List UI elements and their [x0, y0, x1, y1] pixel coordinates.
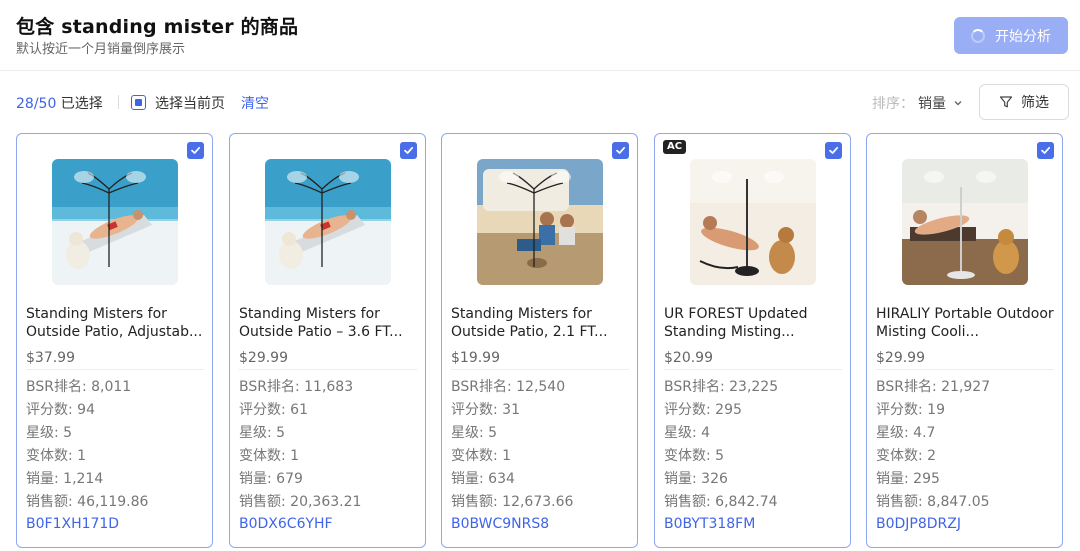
product-title[interactable]: Standing Misters for Outside Patio, Adju…: [26, 305, 206, 341]
toolbar-divider: [118, 95, 119, 109]
review-count: 评分数: 295: [664, 402, 742, 418]
product-image[interactable]: [52, 159, 178, 285]
product-image[interactable]: [902, 159, 1028, 285]
bsr-rank: BSR排名: 21,927: [876, 379, 991, 395]
review-count: 评分数: 19: [876, 402, 945, 418]
page-header: 包含 standing mister 的商品 默认按近一个月销量倒序展示 开始分…: [0, 0, 1080, 71]
bsr-rank: BSR排名: 23,225: [664, 379, 779, 395]
chevron-down-icon: [954, 101, 962, 106]
sales-volume: 销量: 679: [239, 471, 303, 487]
card-select-checkbox[interactable]: [1037, 142, 1054, 159]
sort-value: 销量: [918, 96, 946, 112]
page-subtitle: 默认按近一个月销量倒序展示: [16, 42, 186, 57]
product-card[interactable]: Standing Misters for Outside Patio, Adju…: [16, 133, 213, 548]
card-divider: [26, 369, 204, 370]
sort-dropdown[interactable]: 排序： 销量: [872, 93, 963, 113]
sales-revenue: 销售额: 20,363.21: [239, 494, 362, 510]
product-image[interactable]: [477, 159, 603, 285]
card-select-checkbox[interactable]: [825, 142, 842, 159]
variant-count: 变体数: 1: [26, 448, 87, 464]
product-asin-link[interactable]: B0DX6C6YHF: [239, 516, 333, 532]
sales-revenue: 销售额: 12,673.66: [451, 494, 574, 510]
bsr-rank: BSR排名: 11,683: [239, 379, 354, 395]
variant-count: 变体数: 2: [876, 448, 937, 464]
sales-revenue: 销售额: 8,847.05: [876, 494, 990, 510]
sales-volume: 销量: 634: [451, 471, 515, 487]
review-count: 评分数: 94: [26, 402, 95, 418]
check-icon: [191, 146, 201, 154]
star-rating: 星级: 4.7: [876, 425, 936, 441]
variant-count: 变体数: 1: [239, 448, 300, 464]
product-title[interactable]: HIRALIY Portable Outdoor Misting Cooli..…: [876, 305, 1056, 341]
check-icon: [829, 146, 839, 154]
product-title[interactable]: Standing Misters for Outside Patio – 3.6…: [239, 305, 419, 341]
product-asin-link[interactable]: B0DJP8DRZJ: [876, 516, 961, 532]
start-analysis-label: 开始分析: [995, 28, 1051, 45]
star-rating: 星级: 5: [451, 425, 498, 441]
amazon-choice-badge: AC: [663, 140, 687, 154]
variant-count: 变体数: 5: [664, 448, 725, 464]
sales-volume: 销量: 326: [664, 471, 728, 487]
product-price: $29.99: [239, 350, 288, 366]
product-title[interactable]: UR FOREST Updated Standing Misting...: [664, 305, 844, 341]
star-rating: 星级: 4: [664, 425, 711, 441]
check-icon: [616, 146, 626, 154]
product-stats: BSR排名: 21,927 评分数: 19 星级: 4.7 变体数: 2 销量: 295…: [876, 376, 990, 514]
product-image[interactable]: [690, 159, 816, 285]
star-rating: 星级: 5: [26, 425, 73, 441]
start-analysis-button[interactable]: 开始分析: [954, 17, 1068, 54]
sales-revenue: 销售额: 6,842.74: [664, 494, 778, 510]
product-stats: BSR排名: 11,683 评分数: 61 星级: 5 变体数: 1 销量: 679 销售…: [239, 376, 361, 514]
sales-volume: 销量: 295: [876, 471, 940, 487]
bsr-rank: BSR排名: 12,540: [451, 379, 566, 395]
card-divider: [451, 369, 629, 370]
check-icon: [1041, 146, 1051, 154]
card-select-checkbox[interactable]: [612, 142, 629, 159]
filter-label: 筛选: [1021, 95, 1049, 111]
product-asin-link[interactable]: B0BWC9NRS8: [451, 516, 549, 532]
selection-toolbar: 28/50 已选择 选择当前页 清空 排序： 销量 筛选: [0, 84, 1080, 120]
sales-volume: 销量: 1,214: [26, 471, 104, 487]
card-divider: [239, 369, 417, 370]
filter-button[interactable]: 筛选: [979, 84, 1069, 120]
page-title: 包含 standing mister 的商品: [16, 16, 299, 38]
selected-suffix: 已选择: [56, 96, 103, 112]
product-asin-link[interactable]: B0F1XH171D: [26, 516, 119, 532]
product-stats: BSR排名: 12,540 评分数: 31 星级: 5 变体数: 1 销量: 634 销售…: [451, 376, 573, 514]
product-card[interactable]: Standing Misters for Outside Patio – 3.6…: [229, 133, 426, 548]
card-divider: [876, 369, 1054, 370]
product-card[interactable]: Standing Misters for Outside Patio, 2.1 …: [441, 133, 638, 548]
loading-spinner-icon: [971, 28, 985, 43]
star-rating: 星级: 5: [239, 425, 286, 441]
select-page-checkbox[interactable]: [131, 95, 146, 110]
selected-ratio: 28/50: [16, 96, 57, 112]
product-title[interactable]: Standing Misters for Outside Patio, 2.1 …: [451, 305, 631, 341]
check-icon: [404, 146, 414, 154]
product-stats: BSR排名: 8,011 评分数: 94 星级: 5 变体数: 1 销量: 1,214 销…: [26, 376, 148, 514]
product-stats: BSR排名: 23,225 评分数: 295 星级: 4 变体数: 5 销量: 326 销…: [664, 376, 778, 514]
product-price: $19.99: [451, 350, 500, 366]
filter-funnel-icon: [999, 96, 1013, 108]
product-price: $29.99: [876, 350, 925, 366]
card-divider: [664, 369, 842, 370]
product-image[interactable]: [265, 159, 391, 285]
product-asin-link[interactable]: B0BYT318FM: [664, 516, 755, 532]
review-count: 评分数: 61: [239, 402, 308, 418]
review-count: 评分数: 31: [451, 402, 520, 418]
bsr-rank: BSR排名: 8,011: [26, 379, 132, 395]
clear-selection-link[interactable]: 清空: [241, 93, 269, 113]
selection-count: 28/50 已选择: [16, 93, 103, 113]
variant-count: 变体数: 1: [451, 448, 512, 464]
sales-revenue: 销售额: 46,119.86: [26, 494, 149, 510]
product-card[interactable]: HIRALIY Portable Outdoor Misting Cooli..…: [866, 133, 1063, 548]
select-page-label[interactable]: 选择当前页: [155, 93, 225, 113]
product-price: $20.99: [664, 350, 713, 366]
product-price: $37.99: [26, 350, 75, 366]
card-select-checkbox[interactable]: [400, 142, 417, 159]
product-card[interactable]: AC UR FOREST Updated Standing Misting... $…: [654, 133, 851, 548]
card-select-checkbox[interactable]: [187, 142, 204, 159]
product-grid: Standing Misters for Outside Patio, Adju…: [16, 133, 1076, 548]
sort-prefix: 排序：: [872, 96, 914, 112]
